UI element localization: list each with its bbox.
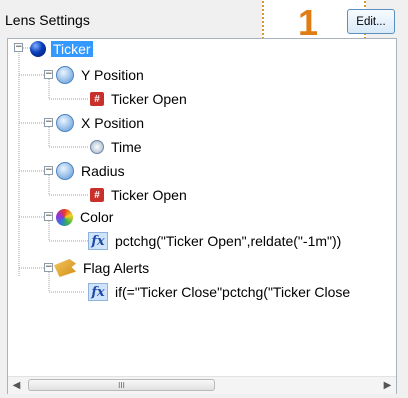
tree-node-label: Radius <box>81 163 125 179</box>
expander-y-position[interactable]: − <box>44 70 53 79</box>
tree-node-label: X Position <box>81 115 145 131</box>
flag-icon <box>54 259 76 277</box>
tree-node-color-formula[interactable]: fx pctchg("Ticker Open",reldate("-1m")) <box>88 231 343 251</box>
tree-node-ticker[interactable]: Ticker <box>30 39 93 59</box>
tree-node-label: pctchg("Ticker Open",reldate("-1m")) <box>115 233 342 249</box>
scroll-left-icon[interactable]: ◀ <box>8 377 25 394</box>
globe-icon <box>30 41 46 57</box>
vertical-arrows-icon <box>56 66 74 84</box>
panel-title: Lens Settings <box>5 12 90 28</box>
formula-icon: fx <box>88 283 108 301</box>
tree-node-label: Ticker Open <box>111 91 187 107</box>
radius-icon <box>56 162 74 180</box>
horizontal-scrollbar[interactable]: ◀ III ▶ <box>8 376 396 394</box>
tree-node-y-position[interactable]: Y Position <box>56 65 146 85</box>
tree-node-x-position[interactable]: X Position <box>56 113 146 133</box>
expander-color[interactable]: − <box>44 212 53 221</box>
tree-node-ticker-open[interactable]: # Ticker Open <box>90 89 189 109</box>
edit-button[interactable]: Edit... <box>347 9 395 34</box>
tree-node-label: Ticker Open <box>111 187 187 203</box>
tree-node-radius[interactable]: Radius <box>56 161 127 181</box>
expander-ticker[interactable]: − <box>14 43 23 52</box>
tree-node-flag-alerts[interactable]: Flag Alerts <box>54 258 151 278</box>
tree-node-label: Flag Alerts <box>83 260 150 276</box>
tree-node-label: if(="Ticker Close"pctchg("Ticker Close <box>115 284 351 300</box>
data-field-icon: # <box>90 188 104 202</box>
scrollbar-thumb[interactable]: III <box>28 379 215 391</box>
lens-settings-panel: Lens Settings 1 Edit... − − − − − − Tick… <box>0 0 408 398</box>
tree-node-time[interactable]: Time <box>90 137 144 157</box>
data-field-icon: # <box>90 92 104 106</box>
formula-icon: fx <box>88 232 108 250</box>
horizontal-arrows-icon <box>56 114 74 132</box>
tree-node-label: Color <box>80 209 114 225</box>
scroll-right-icon[interactable]: ▶ <box>379 377 396 394</box>
color-wheel-icon <box>56 208 73 226</box>
tree-node-label: Ticker <box>51 41 93 57</box>
tree-node-flag-formula[interactable]: fx if(="Ticker Close"pctchg("Ticker Clos… <box>88 282 352 302</box>
tree-node-ticker-open[interactable]: # Ticker Open <box>90 185 189 205</box>
expander-radius[interactable]: − <box>44 166 53 175</box>
tree-node-label: Y Position <box>81 67 144 83</box>
tree-node-label: Time <box>111 139 142 155</box>
expander-flag-alerts[interactable]: − <box>44 263 53 272</box>
lens-tree[interactable]: − − − − − − Ticker Y Position # Ticker O… <box>7 38 397 394</box>
clock-icon <box>90 140 104 154</box>
expander-x-position[interactable]: − <box>44 118 53 127</box>
tree-node-color[interactable]: Color <box>56 207 115 227</box>
